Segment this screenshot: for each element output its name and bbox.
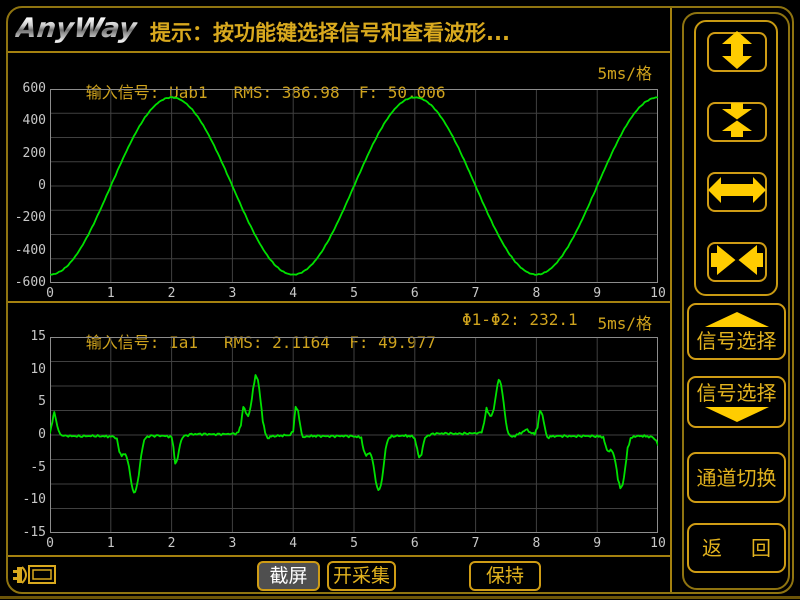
x-tick-label: 3 (219, 286, 245, 301)
channel-switch-button[interactable]: 通道切换 (687, 452, 786, 503)
compress-horizontal-button[interactable] (707, 242, 767, 282)
bottombar-divider (8, 555, 671, 557)
timebase-label: 5ms/格 (597, 60, 652, 84)
screen-bottom-edge (0, 596, 800, 599)
x-tick-label: 1 (98, 286, 124, 301)
arrows-expand-vertical-icon (707, 30, 767, 74)
hint-text: 提示：按功能键选择信号和查看波形... (150, 17, 510, 47)
timebase-label: 5ms/格 (597, 310, 652, 334)
battery-icon (13, 560, 59, 588)
y-tick-label: 600 (6, 81, 46, 96)
phase-readout: Φ1-Φ2: 232.1 (462, 310, 578, 329)
y-tick-label: -5 (6, 460, 46, 475)
y-tick-label: 15 (6, 329, 46, 344)
analyzer-screen: AnyWay 提示：按功能键选择信号和查看波形... 输入信号: Uab1RMS… (0, 0, 800, 600)
arrows-compress-vertical-icon (707, 100, 767, 144)
y-tick-label: 10 (6, 362, 46, 377)
x-tick-label: 6 (402, 536, 428, 551)
signal-select-down-button[interactable]: 信号选择 (687, 376, 786, 428)
x-tick-label: 8 (523, 286, 549, 301)
voltage-plot (50, 89, 658, 283)
hold-button[interactable]: 保持 (469, 561, 541, 591)
x-tick-label: 9 (584, 286, 610, 301)
x-tick-label: 5 (341, 286, 367, 301)
x-tick-label: 4 (280, 536, 306, 551)
x-tick-label: 7 (463, 286, 489, 301)
start-acquisition-button[interactable]: 开采集 (327, 561, 396, 591)
voltage-header: 输入信号: Uab1RMS: 386.98 F: 50.006 5ms/格 (28, 60, 656, 82)
x-tick-label: 10 (645, 536, 671, 551)
x-tick-label: 6 (402, 286, 428, 301)
y-tick-label: 200 (6, 146, 46, 161)
triangle-up-icon (705, 312, 769, 327)
current-header: 输入信号: Ia1RMS: 2.1164 F: 49.977 Φ1-Φ2: 23… (28, 310, 656, 332)
x-tick-label: 10 (645, 286, 671, 301)
x-tick-label: 9 (584, 536, 610, 551)
y-tick-label: 400 (6, 113, 46, 128)
x-tick-label: 7 (463, 536, 489, 551)
triangle-down-icon (705, 407, 769, 422)
x-tick-label: 1 (98, 536, 124, 551)
current-plot (50, 337, 658, 533)
voltage-waveform-panel: 输入信号: Uab1RMS: 386.98 F: 50.006 5ms/格 60… (8, 53, 670, 301)
y-tick-label: -200 (6, 210, 46, 225)
return-button[interactable]: 返 回 (687, 523, 786, 573)
x-tick-label: 3 (219, 536, 245, 551)
y-tick-label: 5 (6, 394, 46, 409)
expand-vertical-button[interactable] (707, 32, 767, 72)
current-waveform-panel: 输入信号: Ia1RMS: 2.1164 F: 49.977 Φ1-Φ2: 23… (8, 303, 670, 555)
y-tick-label: -10 (6, 492, 46, 507)
compress-vertical-button[interactable] (707, 102, 767, 142)
signal-select-up-button[interactable]: 信号选择 (687, 303, 786, 360)
y-tick-label: -400 (6, 243, 46, 258)
arrows-expand-horizontal-icon (707, 170, 767, 214)
y-tick-label: 0 (6, 427, 46, 442)
y-tick-label: 0 (6, 178, 46, 193)
x-tick-label: 2 (159, 536, 185, 551)
x-tick-label: 8 (523, 536, 549, 551)
x-tick-label: 2 (159, 286, 185, 301)
arrows-compress-horizontal-icon (707, 240, 767, 284)
anyway-logo: AnyWay (14, 13, 138, 44)
x-tick-label: 0 (37, 536, 63, 551)
x-tick-label: 4 (280, 286, 306, 301)
expand-horizontal-button[interactable] (707, 172, 767, 212)
screenshot-button[interactable]: 截屏 (257, 561, 320, 591)
x-tick-label: 5 (341, 536, 367, 551)
x-tick-label: 0 (37, 286, 63, 301)
